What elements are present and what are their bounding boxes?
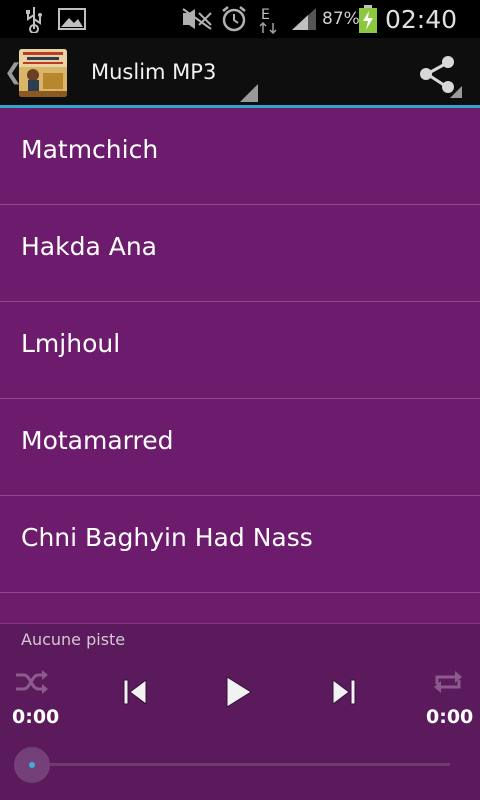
track-title: Lmjhoul xyxy=(21,329,121,358)
repeat-button[interactable] xyxy=(428,666,468,698)
track-title: Chni Baghyin Had Nass xyxy=(21,523,313,552)
play-button[interactable] xyxy=(214,670,264,714)
player-panel: Aucune piste 0:00 0:00 xyxy=(0,623,480,800)
shuffle-icon xyxy=(16,670,48,694)
next-icon xyxy=(332,679,356,705)
next-button[interactable] xyxy=(321,674,367,710)
shuffle-button[interactable] xyxy=(12,666,52,698)
battery-charging-icon xyxy=(358,0,378,38)
previous-button[interactable] xyxy=(112,674,158,710)
mute-icon xyxy=(181,0,213,38)
share-overflow-indicator xyxy=(450,86,462,98)
seek-bar[interactable] xyxy=(32,763,450,766)
action-bar: ❮ Muslim MP3 xyxy=(0,38,480,108)
total-time: 0:00 xyxy=(426,706,474,728)
app-title[interactable]: Muslim MP3 xyxy=(91,60,216,84)
seek-thumb[interactable] xyxy=(14,747,50,783)
now-playing-label: Aucune piste xyxy=(21,630,126,649)
network-icon: E xyxy=(258,0,280,38)
play-icon xyxy=(226,676,252,708)
status-bar: E 87% 02:40 xyxy=(0,0,480,38)
image-icon xyxy=(58,0,86,38)
network-type-label: E xyxy=(261,7,270,23)
track-item[interactable]: Motamarred xyxy=(0,399,480,496)
track-title: Hakda Ana xyxy=(21,232,157,261)
track-item[interactable]: Lmjhoul xyxy=(0,302,480,399)
title-dropdown-indicator xyxy=(240,84,258,102)
clock: 02:40 xyxy=(385,4,458,34)
elapsed-time: 0:00 xyxy=(12,706,60,728)
battery-percent: 87% xyxy=(322,9,360,29)
usb-icon xyxy=(22,0,46,38)
previous-icon xyxy=(123,679,147,705)
repeat-icon xyxy=(434,671,462,693)
track-list[interactable]: Matmchich Hakda Ana Lmjhoul Motamarred C… xyxy=(0,108,480,623)
track-item[interactable]: Matmchich xyxy=(0,108,480,205)
track-item[interactable]: Chni Baghyin Had Nass xyxy=(0,496,480,593)
signal-icon xyxy=(290,0,318,38)
track-title: Matmchich xyxy=(21,135,159,164)
app-logo[interactable] xyxy=(19,49,67,97)
alarm-icon xyxy=(220,0,248,38)
track-item[interactable]: Hakda Ana xyxy=(0,205,480,302)
track-title: Motamarred xyxy=(21,426,174,455)
